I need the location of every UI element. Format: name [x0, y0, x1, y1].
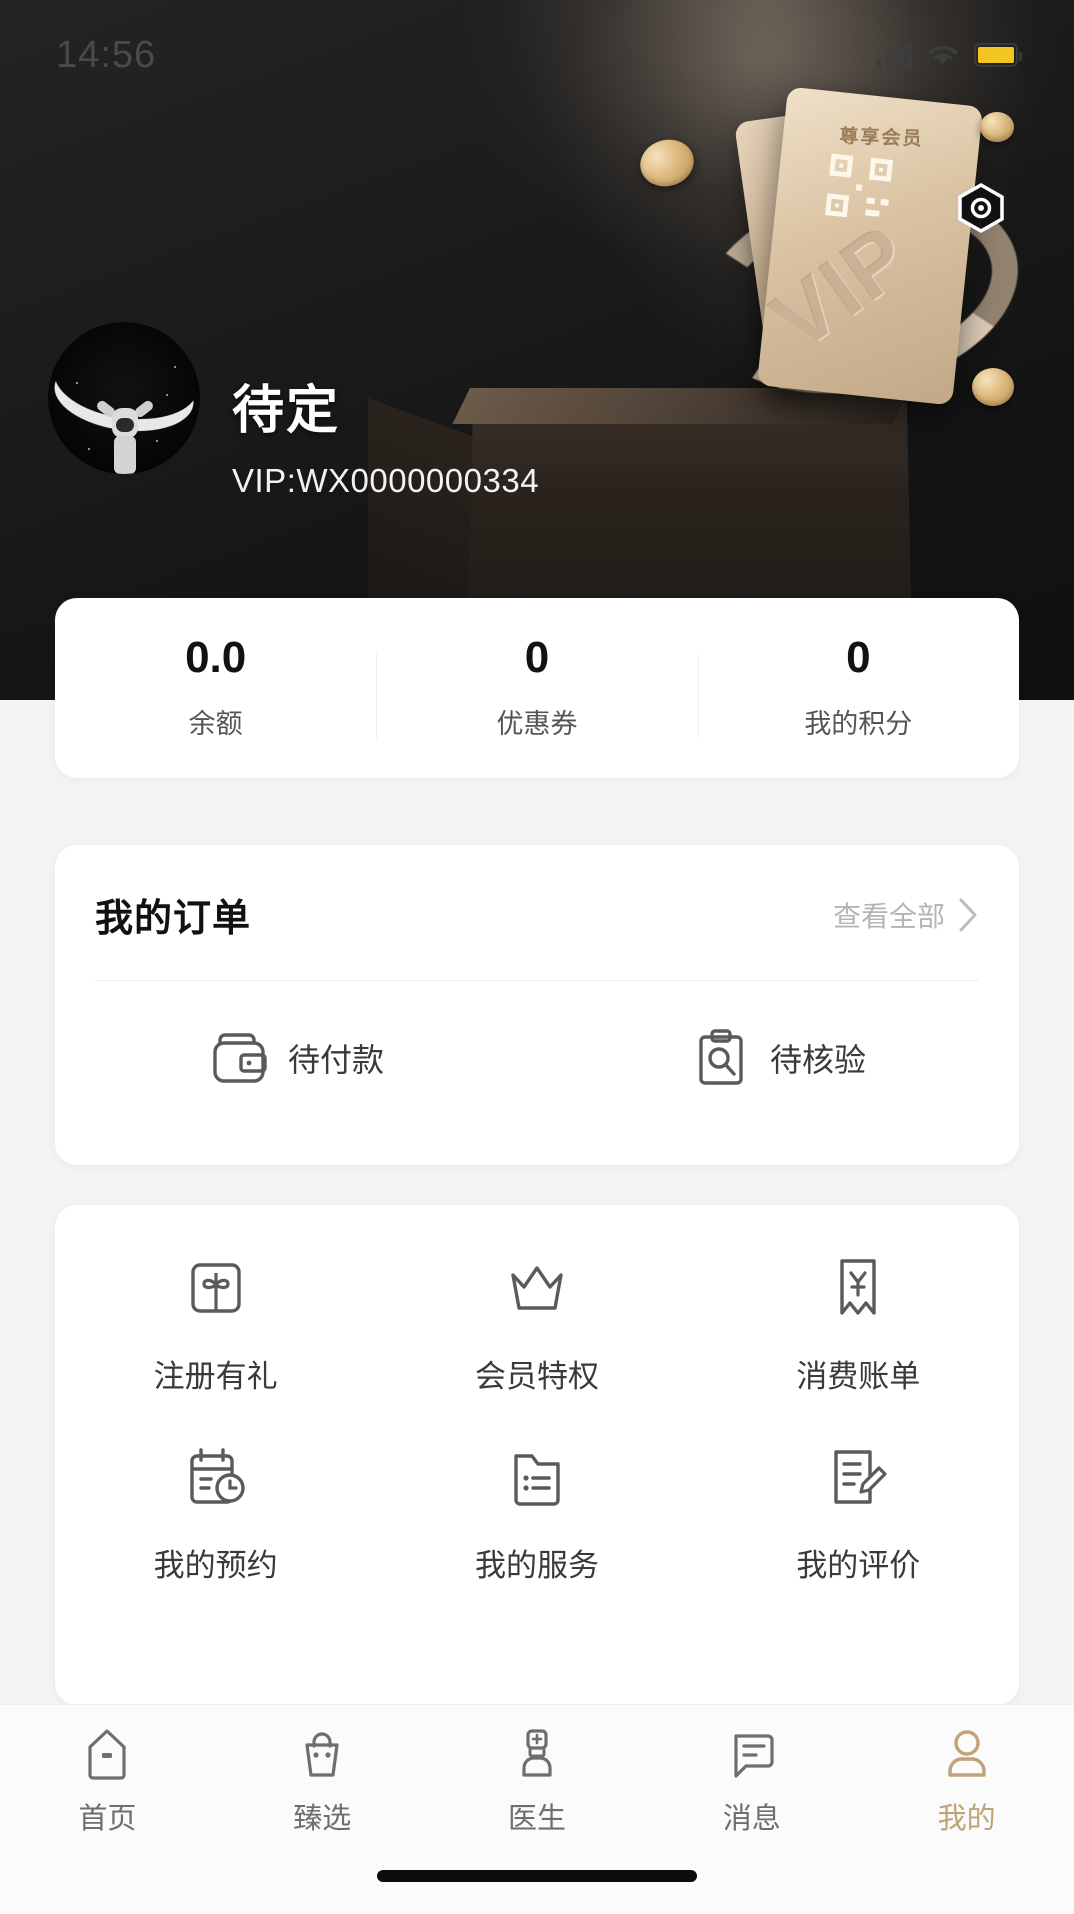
- service-item-my-services[interactable]: 我的服务: [376, 1440, 697, 1585]
- stat-balance[interactable]: 0.0 余额: [55, 632, 376, 741]
- tab-label: 消息: [722, 1803, 781, 1835]
- stat-value: 0.0: [185, 632, 247, 682]
- view-all-orders-button[interactable]: 查看全部: [833, 895, 979, 935]
- stat-value: 0: [846, 632, 871, 682]
- calendar-clock-icon: [189, 1448, 245, 1504]
- tab-label: 我的: [937, 1803, 996, 1835]
- services-grid-card: 注册有礼 会员特权 消费账单 我的预约 我的服务 我的评价: [55, 1205, 1019, 1705]
- orders-card: 我的订单 查看全部 待付款 待核验: [55, 845, 1019, 1165]
- star-dot: [76, 382, 78, 384]
- wallet-icon: [213, 1033, 267, 1083]
- status-bar-clock: 14:56: [56, 33, 157, 76]
- tab-selection[interactable]: 臻选: [215, 1725, 430, 1837]
- crown-icon: [511, 1266, 563, 1310]
- bottom-tab-bar: 首页 臻选 医生 消息 我的: [0, 1704, 1074, 1914]
- stat-label: 优惠券: [496, 708, 578, 739]
- home-indicator: [377, 1870, 697, 1882]
- star-dot: [88, 448, 90, 450]
- view-all-label: 查看全部: [832, 900, 945, 932]
- gift-icon: [190, 1263, 241, 1313]
- tab-label: 首页: [78, 1803, 137, 1835]
- service-label: 我的预约: [153, 1548, 278, 1583]
- astronaut-body: [114, 436, 136, 474]
- message-icon: [734, 1734, 774, 1778]
- service-label: 我的评价: [796, 1548, 921, 1583]
- orders-divider: [95, 980, 979, 981]
- tab-messages[interactable]: 消息: [644, 1725, 859, 1837]
- service-label: 会员特权: [474, 1359, 599, 1394]
- services-grid: 注册有礼 会员特权 消费账单 我的预约 我的服务 我的评价: [55, 1251, 1019, 1629]
- document-edit-icon: [834, 1450, 887, 1504]
- star-dot: [166, 394, 168, 396]
- orders-title: 我的订单: [95, 898, 252, 940]
- gold-coin: [980, 112, 1014, 142]
- avatar[interactable]: [48, 322, 200, 474]
- star-dot: [174, 366, 176, 368]
- shopping-bag-icon: [305, 1732, 339, 1777]
- service-item-my-reviews[interactable]: 我的评价: [698, 1440, 1019, 1585]
- battery-icon: [974, 43, 1022, 67]
- tab-mine[interactable]: 我的: [859, 1725, 1074, 1837]
- star-dot: [156, 440, 158, 442]
- gold-coin: [634, 133, 700, 193]
- orders-header: 我的订单 查看全部: [55, 845, 1019, 942]
- service-item-my-appointments[interactable]: 我的预约: [55, 1440, 376, 1585]
- tab-home[interactable]: 首页: [0, 1725, 215, 1837]
- wifi-icon: [928, 45, 958, 65]
- bookmark-yuan-icon: [840, 1259, 877, 1315]
- stat-value: 0: [524, 632, 550, 682]
- stat-label: 余额: [188, 708, 243, 739]
- stat-coupons[interactable]: 0 优惠券: [376, 632, 697, 741]
- hexagon-scan-icon[interactable]: [955, 182, 1007, 234]
- service-item-register-gift[interactable]: 注册有礼: [55, 1251, 376, 1396]
- service-label: 注册有礼: [153, 1359, 278, 1394]
- tab-label: 医生: [507, 1803, 566, 1835]
- tab-label: 臻选: [293, 1803, 352, 1835]
- gold-coin: [972, 368, 1014, 406]
- stats-card: 0.0 余额 0 优惠券 0 我的积分: [55, 598, 1019, 778]
- order-status-pending-verification[interactable]: 待核验: [537, 1027, 1019, 1089]
- clipboard-search-icon: [699, 1029, 743, 1085]
- vip-card-front: 尊享会员 VIP: [756, 86, 984, 406]
- order-status-pending-payment[interactable]: 待付款: [55, 1027, 537, 1089]
- order-status-label: 待核验: [769, 1042, 866, 1078]
- service-item-consumption-bill[interactable]: 消费账单: [698, 1251, 1019, 1396]
- chevron-right-icon: [959, 898, 977, 931]
- home-icon: [88, 1729, 126, 1780]
- user-icon: [947, 1730, 986, 1777]
- battery-fill: [978, 47, 1014, 63]
- document-list-icon: [514, 1454, 560, 1506]
- service-label: 我的服务: [474, 1548, 599, 1583]
- status-bar-indicators: [876, 42, 1022, 68]
- profile-vip-id: VIP:WX0000000334: [232, 462, 540, 499]
- status-bar: 14:56: [0, 0, 1074, 110]
- doctor-icon: [522, 1729, 552, 1777]
- orders-item-list: 待付款 待核验: [55, 1027, 1019, 1089]
- order-status-label: 待付款: [287, 1042, 384, 1078]
- profile-name: 待定: [232, 382, 341, 440]
- cellular-signal-icon: [876, 42, 912, 68]
- astronaut-visor: [116, 418, 134, 432]
- stat-label: 我的积分: [804, 708, 913, 739]
- vip-card-title: 尊享会员: [839, 126, 924, 151]
- service-label: 消费账单: [796, 1359, 921, 1394]
- tab-doctor[interactable]: 医生: [430, 1725, 645, 1837]
- stat-points[interactable]: 0 我的积分: [697, 632, 1019, 741]
- service-item-member-privilege[interactable]: 会员特权: [376, 1251, 697, 1396]
